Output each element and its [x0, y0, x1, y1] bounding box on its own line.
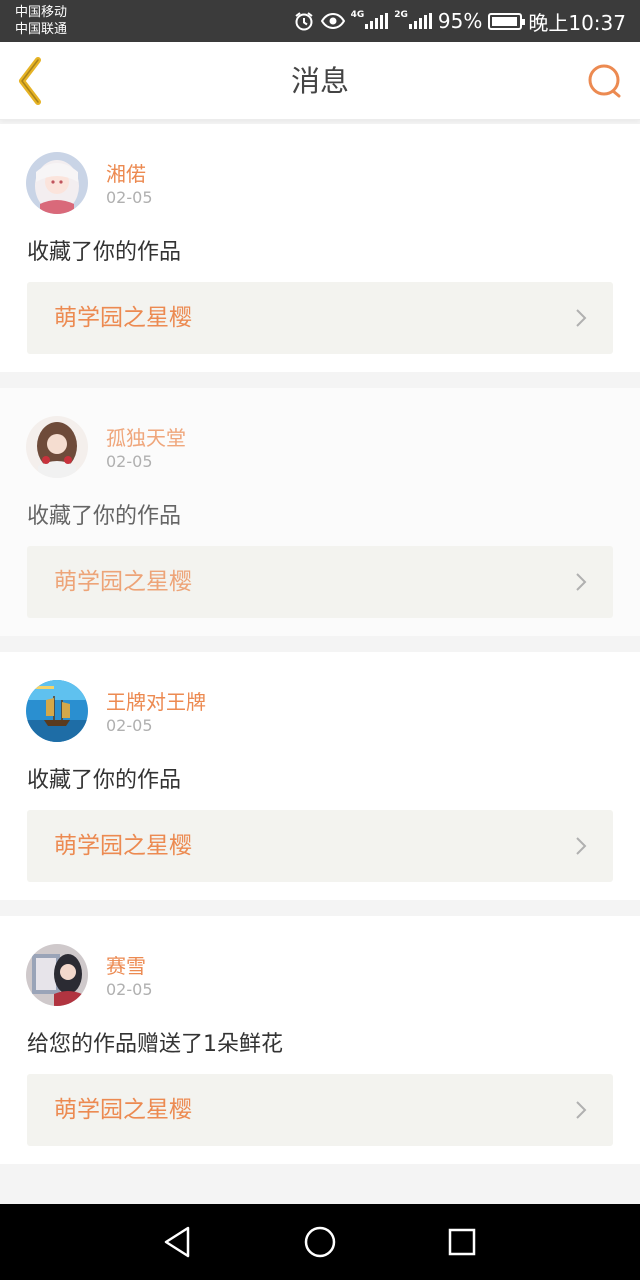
- message-card: 孤独天堂 02-05 收藏了你的作品 萌学园之星樱: [0, 388, 640, 636]
- chevron-right-icon: [576, 837, 587, 855]
- message-date: 02-05: [106, 452, 153, 471]
- chevron-right-icon: [576, 573, 587, 591]
- nav-back-button[interactable]: [160, 1224, 196, 1260]
- battery-icon: [488, 12, 526, 30]
- status-indicators: 4G 2G 95% 晚上10:37: [293, 0, 626, 42]
- signal-icon-2: 2G: [394, 10, 432, 29]
- username[interactable]: 孤独天堂: [106, 422, 186, 451]
- message-date: 02-05: [106, 188, 153, 207]
- work-title: 萌学园之星樱: [54, 1097, 192, 1123]
- carrier-2: 中国联通: [15, 22, 68, 37]
- message-text: 给您的作品赠送了1朵鲜花: [27, 1032, 283, 1057]
- avatar[interactable]: [26, 944, 88, 1006]
- status-time: 晚上10:37: [528, 10, 626, 35]
- avatar[interactable]: [26, 680, 88, 742]
- avatar[interactable]: [26, 152, 88, 214]
- message-list: 湘偌 02-05 收藏了你的作品 萌学园之星樱 孤独天堂 02-05 收藏了你的…: [0, 124, 640, 1180]
- work-link[interactable]: 萌学园之星樱: [27, 282, 613, 354]
- chevron-right-icon: [576, 309, 587, 327]
- signal-icon-1: 4G: [350, 10, 389, 29]
- page-title: 消息: [290, 64, 349, 98]
- username[interactable]: 湘偌: [106, 158, 146, 187]
- chevron-right-icon: [576, 1101, 587, 1119]
- search-button[interactable]: [586, 62, 626, 102]
- message-text: 收藏了你的作品: [27, 240, 182, 265]
- network-type-2: 2G: [394, 10, 408, 20]
- message-card: 赛雪 02-05 给您的作品赠送了1朵鲜花 萌学园之星樱: [0, 916, 640, 1164]
- avatar[interactable]: [26, 416, 88, 478]
- app-header: 消息: [0, 42, 640, 120]
- message-card: 王牌对王牌 02-05 收藏了你的作品 萌学园之星樱: [0, 652, 640, 900]
- work-title: 萌学园之星樱: [54, 569, 192, 595]
- work-link[interactable]: 萌学园之星樱: [27, 810, 613, 882]
- status-bar: 中国移动 中国联通 4G 2G 95% 晚上10:37: [0, 0, 640, 42]
- work-link[interactable]: 萌学园之星樱: [27, 546, 613, 618]
- nav-home-button[interactable]: [302, 1224, 338, 1260]
- work-link[interactable]: 萌学园之星樱: [27, 1074, 613, 1146]
- battery-fill: [492, 16, 518, 26]
- message-date: 02-05: [106, 980, 153, 999]
- work-title: 萌学园之星樱: [54, 833, 192, 859]
- battery-percent: 95%: [437, 9, 483, 33]
- message-text: 收藏了你的作品: [27, 504, 182, 529]
- search-icon: [588, 64, 621, 98]
- alarm-icon: [293, 10, 315, 32]
- username[interactable]: 王牌对王牌: [106, 686, 206, 715]
- eye-icon: [320, 12, 345, 30]
- network-type-1: 4G: [350, 10, 365, 20]
- message-text: 收藏了你的作品: [27, 768, 182, 793]
- carrier-1: 中国移动: [15, 5, 68, 20]
- username[interactable]: 赛雪: [106, 950, 146, 979]
- work-title: 萌学园之星樱: [54, 305, 192, 331]
- nav-recents-button[interactable]: [444, 1224, 480, 1260]
- back-triangle-icon: [164, 1226, 190, 1258]
- message-card: 湘偌 02-05 收藏了你的作品 萌学园之星樱: [0, 124, 640, 372]
- message-date: 02-05: [106, 716, 153, 735]
- recents-square-icon: [448, 1228, 476, 1256]
- messages-screen: 中国移动 中国联通 4G 2G 95% 晚上10:37 消息 湘偌 02-05 …: [0, 0, 640, 1280]
- system-nav-bar: [0, 1204, 640, 1280]
- home-circle-icon: [304, 1226, 336, 1258]
- carrier-info: 中国移动 中国联通: [15, 4, 67, 38]
